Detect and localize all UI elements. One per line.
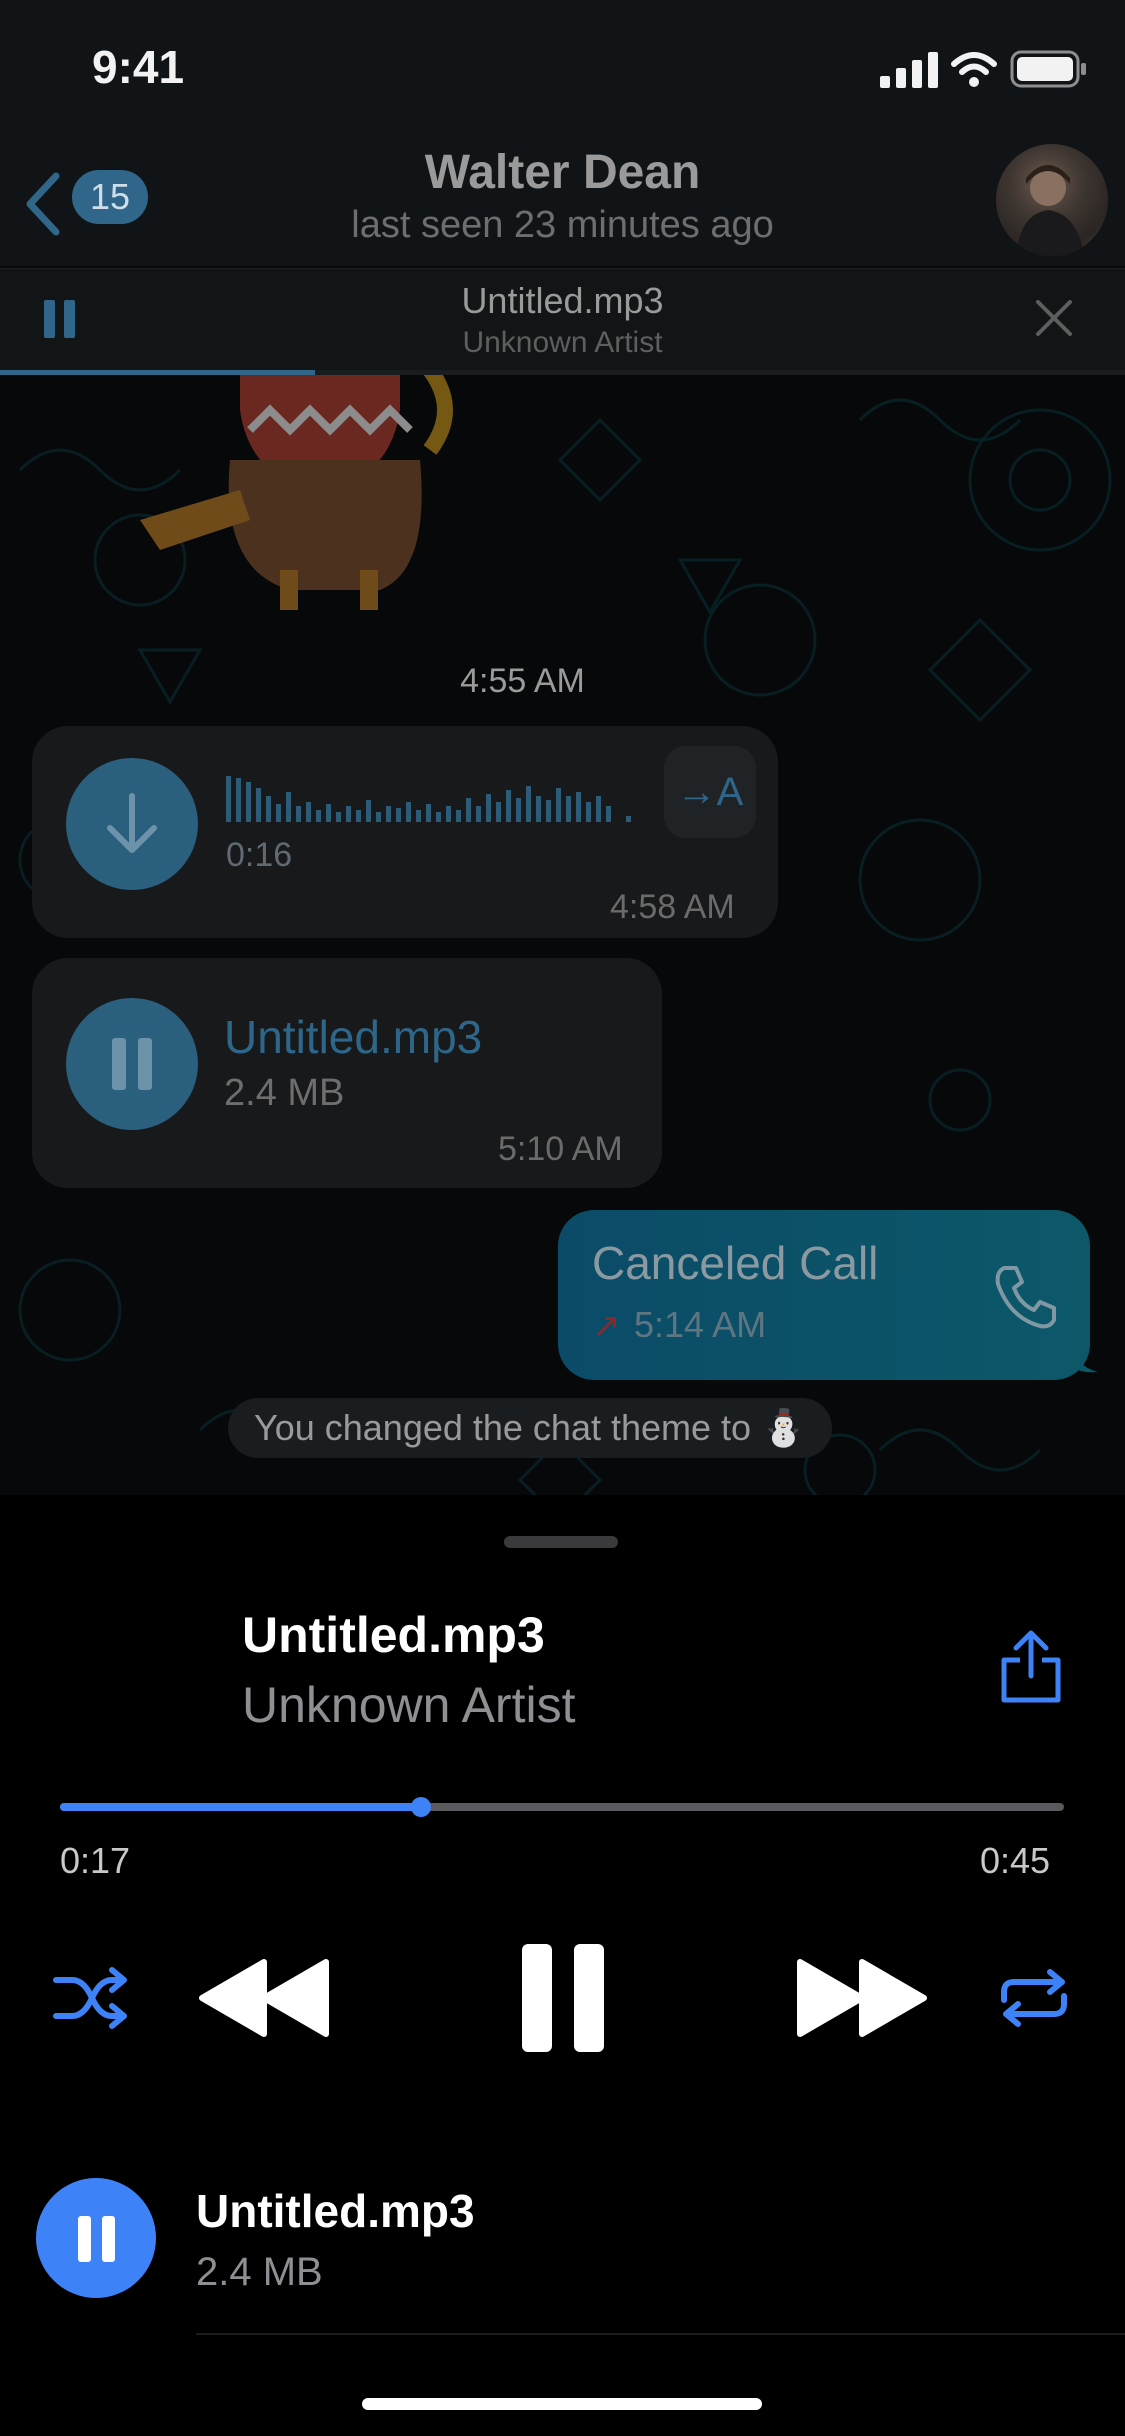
shuffle-button[interactable] <box>52 1966 128 2030</box>
avatar-photo <box>1016 165 1084 256</box>
phone-icon <box>995 1266 1056 1329</box>
rewind-icon <box>199 1959 329 2037</box>
fast-forward-button[interactable] <box>796 1958 928 2038</box>
audio-file-title: Untitled.mp3 <box>224 1011 483 1063</box>
voice-duration: 0:16 <box>226 836 293 874</box>
mini-player-artist: Unknown Artist <box>462 326 663 359</box>
rewind-button[interactable] <box>198 1958 330 2038</box>
mini-player-progress-fill <box>0 370 315 375</box>
player-progress-fill <box>60 1803 422 1811</box>
share-button[interactable] <box>996 1626 1066 1706</box>
message-timestamp: 5:10 AM <box>498 1130 623 1168</box>
total-time: 0:45 <box>980 1840 1051 1881</box>
status-time: 9:41 <box>92 41 185 93</box>
pause-icon <box>112 1038 152 1090</box>
battery-icon <box>1010 50 1086 88</box>
transcribe-button[interactable]: →A <box>664 746 756 838</box>
list-divider <box>196 2333 1125 2335</box>
outgoing-arrow-icon: ↗ <box>592 1307 621 1345</box>
call-back-button[interactable] <box>990 1262 1060 1332</box>
fast-forward-icon <box>797 1959 927 2037</box>
contact-avatar[interactable] <box>996 144 1108 256</box>
call-title: Canceled Call <box>592 1237 879 1289</box>
close-icon <box>1036 300 1072 336</box>
arrow-down-icon <box>107 793 157 853</box>
voice-download-button[interactable] <box>66 758 198 890</box>
pause-icon <box>522 1944 604 2052</box>
audio-pause-button[interactable] <box>66 998 198 1130</box>
audio-file-size: 2.4 MB <box>224 1072 345 1114</box>
shuffle-icon <box>53 1967 127 2029</box>
message-time-separator: 4:55 AM <box>460 662 585 700</box>
home-indicator <box>362 2398 762 2410</box>
contact-name[interactable]: Walter Dean <box>0 145 1125 200</box>
play-pause-button[interactable] <box>520 1942 606 2054</box>
mini-player-title: Untitled.mp3 <box>461 280 664 321</box>
playlist-item-title[interactable]: Untitled.mp3 <box>196 2184 475 2238</box>
message-timestamp: 4:58 AM <box>610 888 735 926</box>
player-track-artist: Unknown Artist <box>242 1677 576 1733</box>
voice-waveform <box>226 776 631 822</box>
playlist-item-pause-button[interactable] <box>36 2178 156 2298</box>
call-timestamp: 5:14 AM <box>634 1304 767 1345</box>
elapsed-time: 0:17 <box>60 1840 131 1881</box>
contact-last-seen: last seen 23 minutes ago <box>351 204 774 246</box>
sheet-grabber[interactable] <box>504 1536 618 1548</box>
repeat-button[interactable] <box>996 1966 1072 2030</box>
service-message: You changed the chat theme to ⛄ <box>228 1398 832 1458</box>
repeat-icon <box>1001 1969 1067 2027</box>
playlist-item-size: 2.4 MB <box>196 2250 323 2294</box>
wifi-icon <box>951 52 997 87</box>
player-track-title: Untitled.mp3 <box>242 1607 545 1663</box>
share-icon <box>1001 1630 1061 1703</box>
mini-player-close-button[interactable] <box>1034 298 1074 338</box>
pause-icon <box>78 2216 115 2262</box>
bubble-tail <box>1068 1338 1098 1373</box>
signal-icon <box>880 52 938 88</box>
